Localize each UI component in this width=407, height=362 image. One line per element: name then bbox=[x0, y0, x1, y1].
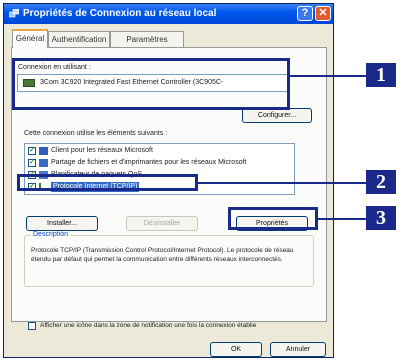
uninstall-button: Désinstaller bbox=[126, 216, 198, 231]
window-title: Propriétés de Connexion au réseau local bbox=[23, 8, 217, 19]
configure-button[interactable]: Configurer... bbox=[242, 108, 312, 123]
callout-number-1: 1 bbox=[366, 63, 396, 87]
show-icon-checkbox[interactable] bbox=[28, 322, 36, 330]
cancel-button[interactable]: Annuler bbox=[270, 342, 326, 357]
list-item-label: Partage de fichiers et d'imprimantes pou… bbox=[51, 159, 247, 166]
client-icon bbox=[39, 147, 48, 155]
callout-number-3: 3 bbox=[366, 206, 396, 230]
list-item[interactable]: ✓ Client pour les réseaux Microsoft bbox=[28, 146, 290, 156]
tab-authentication[interactable]: Authentification bbox=[48, 31, 110, 47]
title-bar[interactable]: Propriétés de Connexion au réseau local … bbox=[4, 4, 333, 24]
callout-line-2 bbox=[198, 182, 366, 184]
list-item-label: Client pour les réseaux Microsoft bbox=[51, 147, 153, 154]
network-connection-icon bbox=[9, 9, 19, 18]
list-item[interactable]: ✓ Partage de fichiers et d'imprimantes p… bbox=[28, 158, 290, 168]
tab-advanced[interactable]: Paramètres avancés bbox=[110, 31, 184, 60]
description-group: Description Protocole TCP/IP (Transmissi… bbox=[24, 231, 314, 287]
close-button[interactable]: ✕ bbox=[315, 6, 331, 21]
components-label: Cette connexion utilise les éléments sui… bbox=[24, 130, 168, 137]
callout-box-1 bbox=[12, 58, 290, 110]
callout-number-2: 2 bbox=[366, 170, 396, 194]
callout-line-1 bbox=[290, 75, 366, 77]
show-icon-label: Afficher une icône dans la zone de notif… bbox=[40, 322, 257, 329]
callout-line-3 bbox=[318, 218, 366, 220]
callout-box-3 bbox=[228, 207, 318, 230]
share-icon bbox=[39, 159, 48, 167]
description-text: Protocole TCP/IP (Transmission Control P… bbox=[31, 247, 294, 263]
help-button[interactable]: ? bbox=[297, 6, 313, 21]
install-button[interactable]: Installer... bbox=[26, 216, 98, 231]
ok-button[interactable]: OK bbox=[210, 342, 262, 357]
tab-general[interactable]: Général bbox=[12, 29, 48, 48]
description-title: Description bbox=[31, 231, 71, 238]
checkbox[interactable]: ✓ bbox=[28, 147, 36, 155]
checkbox[interactable]: ✓ bbox=[28, 159, 36, 167]
callout-box-2 bbox=[17, 174, 198, 191]
